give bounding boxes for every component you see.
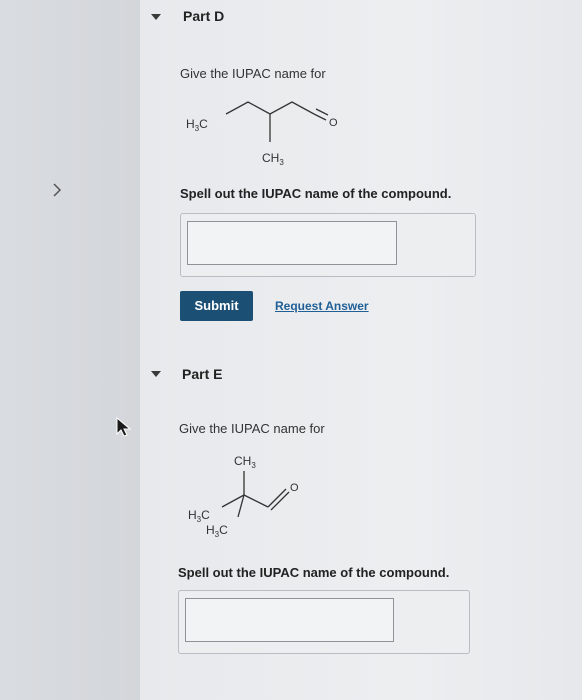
part-e-top-group: CH3 [234,454,256,470]
part-d-prompt: Give the IUPAC name for [180,66,326,81]
part-e-left-group-1: H3C [188,508,210,524]
part-e-left-group-2: H3C [206,523,228,539]
mouse-cursor-icon [116,416,132,437]
part-d-branch-group: CH3 [262,151,284,167]
part-e-molecule-structure: CH3 H3C H3C O [188,454,299,539]
part-d-oxygen: O [329,117,338,129]
part-d-title[interactable]: Part D [183,8,224,24]
part-e-instruction: Spell out the IUPAC name of the compound… [178,565,450,580]
part-d-molecule-structure: H3C CH3 O [186,101,338,167]
part-e-answer-input[interactable] [185,598,394,642]
part-d-left-group: H3C [186,117,208,133]
part-e-oxygen: O [290,482,299,494]
request-answer-link[interactable]: Request Answer [275,299,369,313]
chevron-right-icon[interactable] [52,183,62,197]
part-e-prompt: Give the IUPAC name for [179,421,325,436]
collapse-caret-icon[interactable] [151,14,161,20]
part-d-instruction: Spell out the IUPAC name of the compound… [180,186,452,201]
left-margin [0,0,140,700]
submit-button[interactable]: Submit [180,291,253,321]
part-d-answer-input[interactable] [187,221,397,265]
part-e-title[interactable]: Part E [182,366,222,382]
collapse-caret-icon[interactable] [151,371,161,377]
